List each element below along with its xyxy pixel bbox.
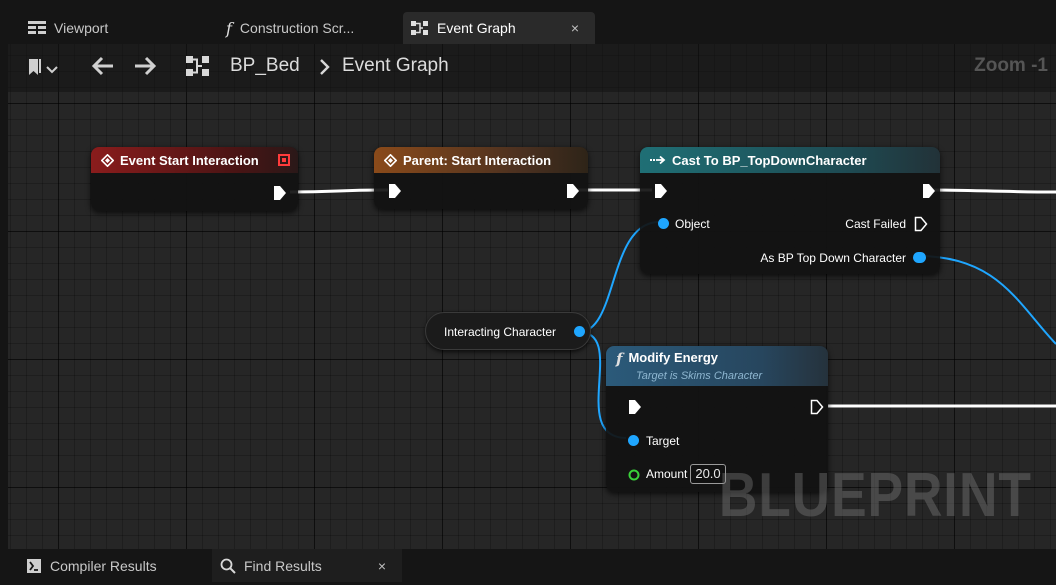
exec-in-pin[interactable] [654,183,668,204]
node-title: Event Start Interaction [120,152,259,168]
tab-construction-label: Construction Scr... [239,20,355,36]
node-header: Event Start Interaction [91,147,298,173]
event-diamond-icon [101,153,114,167]
cast-arrow-icon [650,155,666,165]
compiler-results-icon [26,558,42,574]
event-graph-icon [411,21,429,35]
pin-label-cast-failed: Cast Failed [845,217,906,231]
tab-compiler-results-label: Compiler Results [50,557,157,574]
float-pin-icon[interactable] [628,468,640,486]
tab-viewport-label: Viewport [54,20,109,36]
node-parent-start-interaction[interactable]: Parent: Start Interaction [374,147,588,209]
exec-out-pin[interactable] [922,183,936,204]
tab-viewport[interactable]: Viewport [28,12,108,44]
tab-find-results-label: Find Results [244,557,322,574]
pin-label-amount: Amount [646,467,688,481]
node-title: Parent: Start Interaction [403,152,552,168]
left-edge [0,0,8,549]
node-event-start-interaction[interactable]: Event Start Interaction [91,147,298,211]
function-icon: f [616,350,623,368]
exec-in-pin[interactable] [628,399,642,420]
close-icon[interactable]: × [571,20,579,36]
target-pin[interactable] [628,435,639,446]
bottom-panel-tab-bar: Compiler Results Find Results × [0,549,1056,585]
node-subtitle: Target is Skims Character [636,370,763,382]
tab-construction-script[interactable]: f Construction Scr... [226,12,354,44]
exec-in-pin[interactable] [388,183,402,204]
pin-label-target: Target [646,434,680,448]
exec-out-pin[interactable] [810,399,824,420]
tab-find-results[interactable]: Find Results × [212,549,402,582]
close-icon[interactable]: × [378,558,386,574]
as-character-pin[interactable] [913,252,926,263]
document-tab-bar: Viewport f Construction Scr... Event Gra… [0,0,1056,44]
variable-node-interacting-character[interactable]: Interacting Character [425,312,591,350]
node-title: Cast To BP_TopDownCharacter [672,152,867,168]
node-cast-to-bp-topdowncharacter[interactable]: Cast To BP_TopDownCharacter Object Cast … [640,147,940,274]
function-icon: f [226,18,232,38]
pin-label-as-character: As BP Top Down Character [760,251,906,265]
viewport-grid-icon [28,21,46,35]
node-header: Cast To BP_TopDownCharacter [640,147,940,173]
delegate-pin-icon[interactable] [278,154,290,169]
pin-label-object: Object [675,217,710,231]
tab-event-graph[interactable]: Event Graph × [403,12,595,44]
blueprint-watermark: BLUEPRINT [719,461,1032,530]
tab-compiler-results[interactable]: Compiler Results [22,549,157,582]
tab-event-graph-label: Event Graph [437,20,516,36]
cast-failed-exec-pin[interactable] [914,216,928,237]
exec-out-pin[interactable] [273,185,287,206]
blueprint-graph-canvas[interactable]: BP_Bed Event Graph Zoom -1 Event Start I… [8,44,1056,549]
search-icon [220,558,236,574]
variable-output-pin[interactable] [574,326,585,337]
event-diamond-icon [384,153,397,167]
node-header: Parent: Start Interaction [374,147,588,173]
variable-label: Interacting Character [444,325,557,339]
node-title: Modify Energy [628,350,719,365]
object-pin[interactable] [658,218,669,229]
exec-out-pin[interactable] [566,183,580,204]
